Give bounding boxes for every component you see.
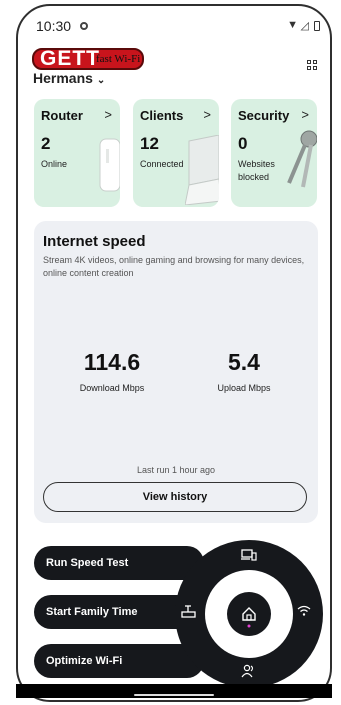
card-title: Clients [140, 108, 184, 123]
card-title: Router [41, 108, 83, 123]
chevron-right-icon: > [301, 107, 309, 122]
start-family-time-button[interactable]: Start Family Time [34, 595, 194, 629]
laptop-image [185, 135, 219, 205]
devices-icon[interactable] [241, 548, 257, 562]
speed-title: Internet speed [43, 233, 146, 250]
card-subtitle: Connected [140, 159, 184, 169]
card-value: 12 [140, 134, 159, 153]
status-time: 10:30 [36, 18, 72, 34]
wifi-icon[interactable] [297, 605, 311, 617]
upload-value: 5.4 [228, 349, 260, 375]
last-run-text: Last run 1 hour ago [136, 465, 216, 475]
wifi-signal-icon: ▼ [287, 19, 298, 31]
grid-menu-icon[interactable] [307, 60, 318, 71]
upload-label: Upload Mbps [217, 383, 271, 393]
keys-image [287, 130, 317, 188]
view-history-button[interactable]: View history [43, 482, 307, 512]
chevron-down-icon: ⌄ [96, 75, 106, 86]
router-card[interactable]: Router > 2 Online [34, 99, 120, 207]
quick-action-wheel[interactable] [175, 540, 323, 688]
card-value: 2 [41, 134, 51, 153]
people-icon[interactable] [241, 664, 257, 678]
download-value: 114.6 [83, 349, 141, 375]
system-nav-bar [16, 684, 332, 698]
home-icon [242, 607, 256, 628]
clients-card[interactable]: Clients > 12 Connected [133, 99, 219, 207]
home-handle[interactable] [134, 694, 214, 696]
battery-icon [314, 21, 320, 31]
router-device-image [99, 138, 120, 192]
notification-icon [80, 22, 88, 30]
network-name: Hermans [33, 70, 93, 86]
download-label: Download Mbps [79, 383, 145, 393]
chevron-right-icon: > [203, 107, 211, 122]
router-icon[interactable] [181, 604, 197, 618]
gett-logo: GETT fast Wi-Fi [32, 47, 144, 70]
card-subtitle: Online [41, 159, 68, 169]
card-value: 0 [238, 134, 248, 153]
home-button[interactable] [227, 592, 271, 636]
chevron-right-icon: > [104, 107, 112, 122]
run-speed-test-button[interactable]: Run Speed Test [34, 546, 204, 580]
card-title: Security [238, 108, 290, 123]
cell-signal-icon: ◿ [300, 20, 309, 32]
status-bar: 10:30 ▼ ◿ [36, 18, 326, 38]
network-selector[interactable]: Hermans ⌄ [33, 70, 105, 86]
internet-speed-card: Internet speed Stream 4K videos, online … [34, 221, 318, 523]
speed-description: Stream 4K videos, online gaming and brow… [43, 255, 305, 278]
optimize-wifi-button[interactable]: Optimize Wi-Fi [34, 644, 204, 678]
security-card[interactable]: Security > 0 Websites blocked [231, 99, 317, 207]
